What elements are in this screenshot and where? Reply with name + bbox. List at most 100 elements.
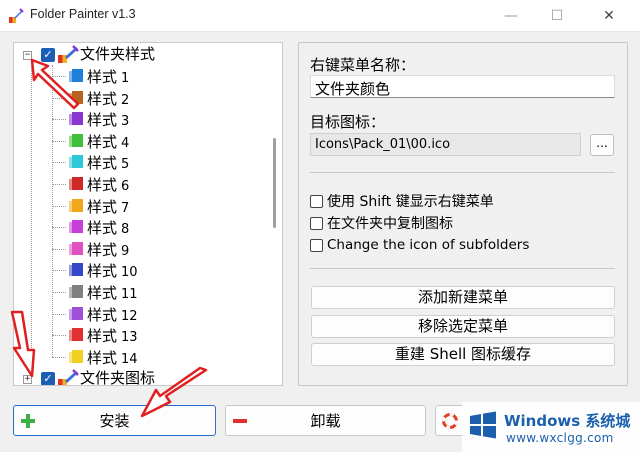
style-label-number: 7 — [121, 200, 130, 216]
browse-button[interactable]: ... — [590, 134, 614, 156]
watermark-url: www.wxclgg.com — [506, 431, 614, 445]
folder-icon — [69, 263, 83, 277]
tree-node-style[interactable]: 样式 2 — [87, 88, 129, 109]
option-shift-key[interactable]: 使用 Shift 键显示右键菜单 — [310, 191, 494, 211]
tree-guide-line — [52, 140, 66, 142]
tree-guide-line — [52, 227, 66, 229]
tree-guide-line — [52, 292, 66, 293]
copy-icon-checkbox[interactable] — [310, 216, 323, 230]
folder-icon — [69, 349, 83, 363]
tree-node-style[interactable]: 样式 9 — [87, 239, 129, 260]
shift-key-checkbox[interactable] — [310, 194, 323, 208]
tree-node-style[interactable]: 样式 12 — [87, 304, 138, 325]
folder-icon — [69, 306, 83, 320]
tree-node-style[interactable]: 样式 5 — [87, 152, 129, 173]
shift-key-label: 使用 Shift 键显示右键菜单 — [327, 194, 494, 210]
style-label-number: 9 — [121, 243, 130, 259]
separator — [310, 172, 615, 173]
style-label-prefix: 样式 — [87, 68, 118, 86]
tree-guide-line — [52, 335, 66, 337]
option-copy-icon[interactable]: 在文件夹中复制图标 — [310, 213, 453, 233]
lifebuoy-icon — [442, 413, 458, 429]
annotation-arrow — [10, 310, 36, 378]
tree-guide-line — [52, 184, 66, 185]
maximize-button[interactable]: ☐ — [534, 0, 580, 32]
style-label-prefix: 样式 — [87, 240, 118, 259]
style-label-number: 2 — [121, 92, 130, 108]
style-label-prefix: 样式 — [87, 348, 118, 367]
style-label-prefix: 样式 — [87, 176, 118, 194]
window-title: Folder Painter v1.3 — [30, 7, 136, 21]
tree-guide-line — [52, 356, 66, 358]
tree-guide-line — [52, 248, 66, 250]
option-subfolders[interactable]: Change the icon of subfolders — [310, 237, 529, 253]
install-label: 安装 — [99, 412, 130, 430]
style-label-prefix: 样式 — [87, 154, 118, 173]
tree-guide-line — [52, 270, 66, 272]
style-label-number: 6 — [121, 179, 130, 194]
subfolders-checkbox[interactable] — [310, 238, 323, 252]
tree-guide-line — [52, 205, 66, 207]
style-label-number: 5 — [121, 157, 130, 173]
copy-icon-label: 在文件夹中复制图标 — [327, 216, 453, 232]
watermark-title: Windows 系统城 — [504, 412, 631, 430]
tree-guide-line — [52, 313, 66, 315]
tree-node-style[interactable]: 样式 10 — [87, 260, 138, 281]
style-label-prefix: 样式 — [87, 89, 118, 108]
style-label-number: 4 — [121, 135, 130, 151]
paint-brush-icon — [9, 8, 24, 23]
style-label-number: 13 — [121, 330, 138, 346]
minus-icon — [233, 419, 247, 423]
target-icon-path-field[interactable]: Icons\Pack_01\00.ico — [310, 133, 581, 156]
folder-icon — [69, 198, 83, 212]
rebuild-icon-cache-button[interactable]: 重建 Shell 图标缓存 — [311, 343, 615, 366]
style-label-number: 11 — [121, 287, 138, 302]
tree-node-style[interactable]: 样式 13 — [87, 325, 138, 346]
tree-node-style[interactable]: 样式 3 — [87, 109, 129, 130]
tree-node-style[interactable]: 样式 8 — [87, 217, 129, 238]
style-label-number: 3 — [121, 114, 130, 130]
tree-node-style[interactable]: 样式 6 — [87, 174, 129, 195]
style-label-number: 12 — [121, 308, 138, 324]
close-button[interactable]: ✕ — [586, 0, 632, 32]
remove-menu-button[interactable]: 移除选定菜单 — [311, 315, 615, 338]
subfolders-label: Change the icon of subfolders — [327, 237, 530, 253]
separator — [310, 268, 615, 269]
tree-node-style[interactable]: 样式 1 — [87, 66, 129, 87]
folder-icon — [69, 155, 83, 169]
folder-icon — [69, 285, 83, 298]
style-label-prefix: 样式 — [87, 219, 118, 238]
style-label-prefix: 样式 — [87, 197, 118, 216]
folder-icon — [69, 133, 83, 147]
folder-icon — [69, 328, 83, 342]
menu-name-field[interactable]: 文件夹颜色 — [310, 75, 615, 98]
windows-logo-icon — [470, 411, 496, 439]
style-label-number: 8 — [121, 222, 130, 238]
folder-icon — [69, 220, 83, 234]
menu-name-label: 右键菜单名称： — [310, 56, 416, 74]
folder-icon — [69, 241, 83, 255]
paint-brush-icon — [58, 369, 79, 385]
style-label-prefix: 样式 — [87, 284, 118, 302]
annotation-arrow — [140, 366, 208, 418]
style-label-prefix: 样式 — [87, 111, 118, 130]
tree-node-folder-styles[interactable]: 文件夹样式 — [80, 43, 155, 64]
style-label-number: 1 — [121, 71, 130, 86]
tree-node-style[interactable]: 样式 14 — [87, 347, 138, 368]
title-bar[interactable]: Folder Painter v1.3 — ☐ ✕ — [0, 0, 640, 32]
style-label-prefix: 样式 — [87, 305, 118, 324]
tree-node-style[interactable]: 样式 4 — [87, 131, 129, 152]
tree-scrollbar[interactable] — [273, 138, 276, 228]
style-label-number: 14 — [121, 351, 138, 367]
uninstall-button[interactable]: 卸载 — [225, 405, 426, 436]
add-menu-button[interactable]: 添加新建菜单 — [311, 286, 615, 309]
style-label-number: 10 — [121, 265, 138, 281]
tree-node-style[interactable]: 样式 11 — [87, 282, 138, 303]
tree-node-style[interactable]: 样式 7 — [87, 196, 129, 217]
folder-icon — [69, 177, 83, 190]
style-label-prefix: 样式 — [87, 132, 118, 151]
style-label-prefix: 样式 — [87, 262, 118, 281]
minimize-button[interactable]: — — [488, 0, 534, 32]
uninstall-label: 卸载 — [310, 412, 341, 430]
tree-guide-line — [52, 162, 66, 164]
